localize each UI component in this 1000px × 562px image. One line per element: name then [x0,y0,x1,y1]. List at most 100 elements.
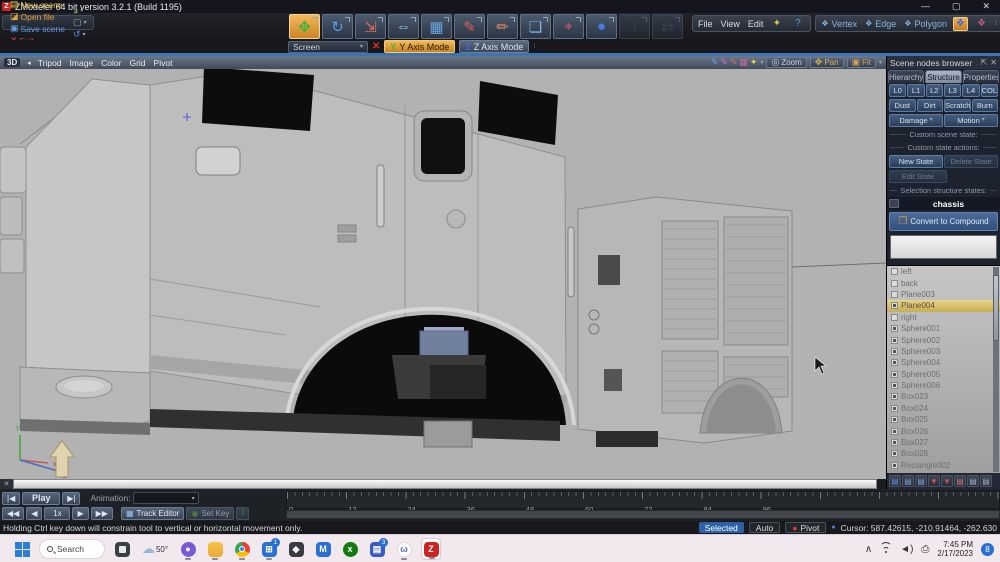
rewind-button[interactable]: ◀◀ [2,507,24,520]
node-list-item[interactable]: Plane003 [887,289,1000,300]
zoom-button[interactable]: ◎Zoom [766,57,806,68]
pivot-mode-chip[interactable]: ●Pivot [785,522,826,533]
tab-hierarchy[interactable]: Hierarchy [888,70,924,83]
node-delete-icon[interactable]: ▼ [928,475,940,487]
selected-mode-chip[interactable]: Selected [699,522,744,533]
edit-uv-tool-button[interactable]: ✎ [454,14,485,39]
node-copy-icon[interactable]: ▼ [941,475,953,487]
track-editor-button[interactable]: ▦Track Editor [121,507,184,520]
node-checkbox[interactable] [891,280,898,287]
undo-button[interactable]: ↺▾ [70,29,90,41]
taskbar-xbox[interactable]: x [340,538,360,560]
tab-properties[interactable]: Properties [963,70,999,83]
collapse-icon[interactable]: ◂ [27,59,31,67]
node-export-icon[interactable]: ▤ [915,475,927,487]
taskbar-store[interactable]: ⊞1 [259,538,279,560]
uv-pen-icon[interactable]: ✎ [720,57,728,68]
new-state-button[interactable]: New State [889,155,943,168]
dropdown-button[interactable]: Motion▾ [944,114,998,127]
fast-forward-button[interactable]: ▶▶ [91,507,113,520]
node-checkbox[interactable] [891,325,898,332]
wifi-icon[interactable] [880,544,892,554]
taskbar-discord[interactable]: ω [394,538,414,560]
node-list-item[interactable]: Box025 [887,414,1000,425]
vp-menu-grid[interactable]: Grid [129,58,145,68]
rotate-tool-button[interactable]: ↻ [322,14,353,39]
timeline-close-icon[interactable]: ✕ [0,479,13,489]
go-to-start-button[interactable]: |◀ [2,492,20,505]
node-checkbox[interactable] [891,337,898,344]
checker-icon[interactable]: ▦ [739,57,748,68]
search-box[interactable]: Search [39,539,105,559]
speed-button[interactable]: 1x [44,507,70,520]
auto-mode-chip[interactable]: Auto [749,522,781,533]
step-forward-button[interactable]: ▶ [72,507,88,520]
help-icon[interactable]: ? [790,17,805,31]
layer-button[interactable]: Burn [972,99,999,112]
pan-button[interactable]: ✥Pan [810,57,844,68]
maximize-button[interactable]: ▢ [952,1,961,12]
node-list-item[interactable]: back [887,277,1000,288]
notification-badge[interactable]: 8 [981,543,994,556]
node-list-item[interactable]: Box027 [887,437,1000,448]
lod-button[interactable]: L0 [889,84,906,97]
edit-mesh-tool-button[interactable]: ✏ [487,14,518,39]
compound-mode-icon[interactable]: ❖ [974,17,989,31]
node-list-item[interactable]: Box023 [887,391,1000,402]
node-checkbox[interactable] [891,405,898,412]
delete-state-button[interactable]: Delete State [944,155,998,168]
arrow-down-tool-button[interactable]: ↓ [619,14,650,39]
node-checkbox[interactable] [891,450,898,457]
node-list-item[interactable]: Sphere003 [887,346,1000,357]
taskbar-chat-app[interactable]: ● [178,538,198,560]
draw-overflow-icon[interactable]: ▾ [760,59,763,66]
lod-button[interactable]: COL [981,84,998,97]
lamp-icon[interactable]: ✦ [750,57,758,68]
task-view-button[interactable] [112,538,132,560]
printer-icon[interactable]: ⎙ [921,544,929,555]
node-checkbox[interactable] [891,268,898,275]
arrow-left-tool-button[interactable]: ⇄ [652,14,683,39]
dropdown-button[interactable]: Damage▾ [889,114,943,127]
node-checkbox[interactable] [891,428,898,435]
menu-edit[interactable]: Edit [748,19,764,29]
hidden-icons-chevron[interactable]: ∧ [865,544,872,555]
node-list-item[interactable]: right [887,312,1000,323]
weather-widget[interactable]: ☁50° [139,538,171,560]
dock-icon[interactable]: ⇱ [981,58,988,67]
node-checkbox[interactable] [891,302,898,309]
minimize-button[interactable]: — [921,1,930,12]
vp-menu-tripod[interactable]: Tripod [38,58,62,68]
lod-button[interactable]: L4 [962,84,979,97]
fit-button[interactable]: ▣Fit [847,57,876,68]
taskbar-medal-app[interactable]: M [313,538,333,560]
timeline-ruler[interactable]: 01224364860728496 [286,491,1000,509]
active-mode-icon[interactable]: ❖ [953,17,968,31]
node-list-item[interactable]: Rectangle004 [887,471,1000,473]
wire-pen-icon[interactable]: ✎ [711,57,719,68]
layer-button[interactable]: Dust [889,99,916,112]
node-list-item[interactable]: Sphere005 [887,369,1000,380]
step-back-button[interactable]: ◀ [26,507,42,520]
node-checkbox[interactable] [891,291,898,298]
z-axis-mode-button[interactable]: ZZ Axis Mode [459,40,529,53]
go-to-end-button[interactable]: ▶| [62,492,80,505]
vp-menu-pivot[interactable]: Pivot [154,58,173,68]
reorient-tool-button[interactable]: ▦ [421,14,452,39]
node-checkbox[interactable] [891,314,898,321]
node-new-icon[interactable]: ▤ [889,475,901,487]
node-checkbox[interactable] [891,462,898,469]
lod-button[interactable]: L2 [926,84,943,97]
node-list-item[interactable]: Sphere006 [887,380,1000,391]
node-list-item[interactable]: Sphere004 [887,357,1000,368]
taskbar-notes-app[interactable]: ▤3 [367,538,387,560]
nav-overflow-icon[interactable]: ▾ [879,59,882,66]
extrude-tool-button[interactable]: ❏ [520,14,551,39]
structure-state-row[interactable]: chassis [887,197,1000,210]
screen-mode-select[interactable]: Screen ▾ [288,41,368,53]
vp-menu-color[interactable]: Color [101,58,121,68]
close-button[interactable]: ✕ [982,1,990,12]
convert-to-compound-button[interactable]: ❒ Convert to Compound [889,212,998,231]
panel-close-icon[interactable]: ✕ [990,58,997,67]
play-button[interactable]: Play [22,492,60,505]
